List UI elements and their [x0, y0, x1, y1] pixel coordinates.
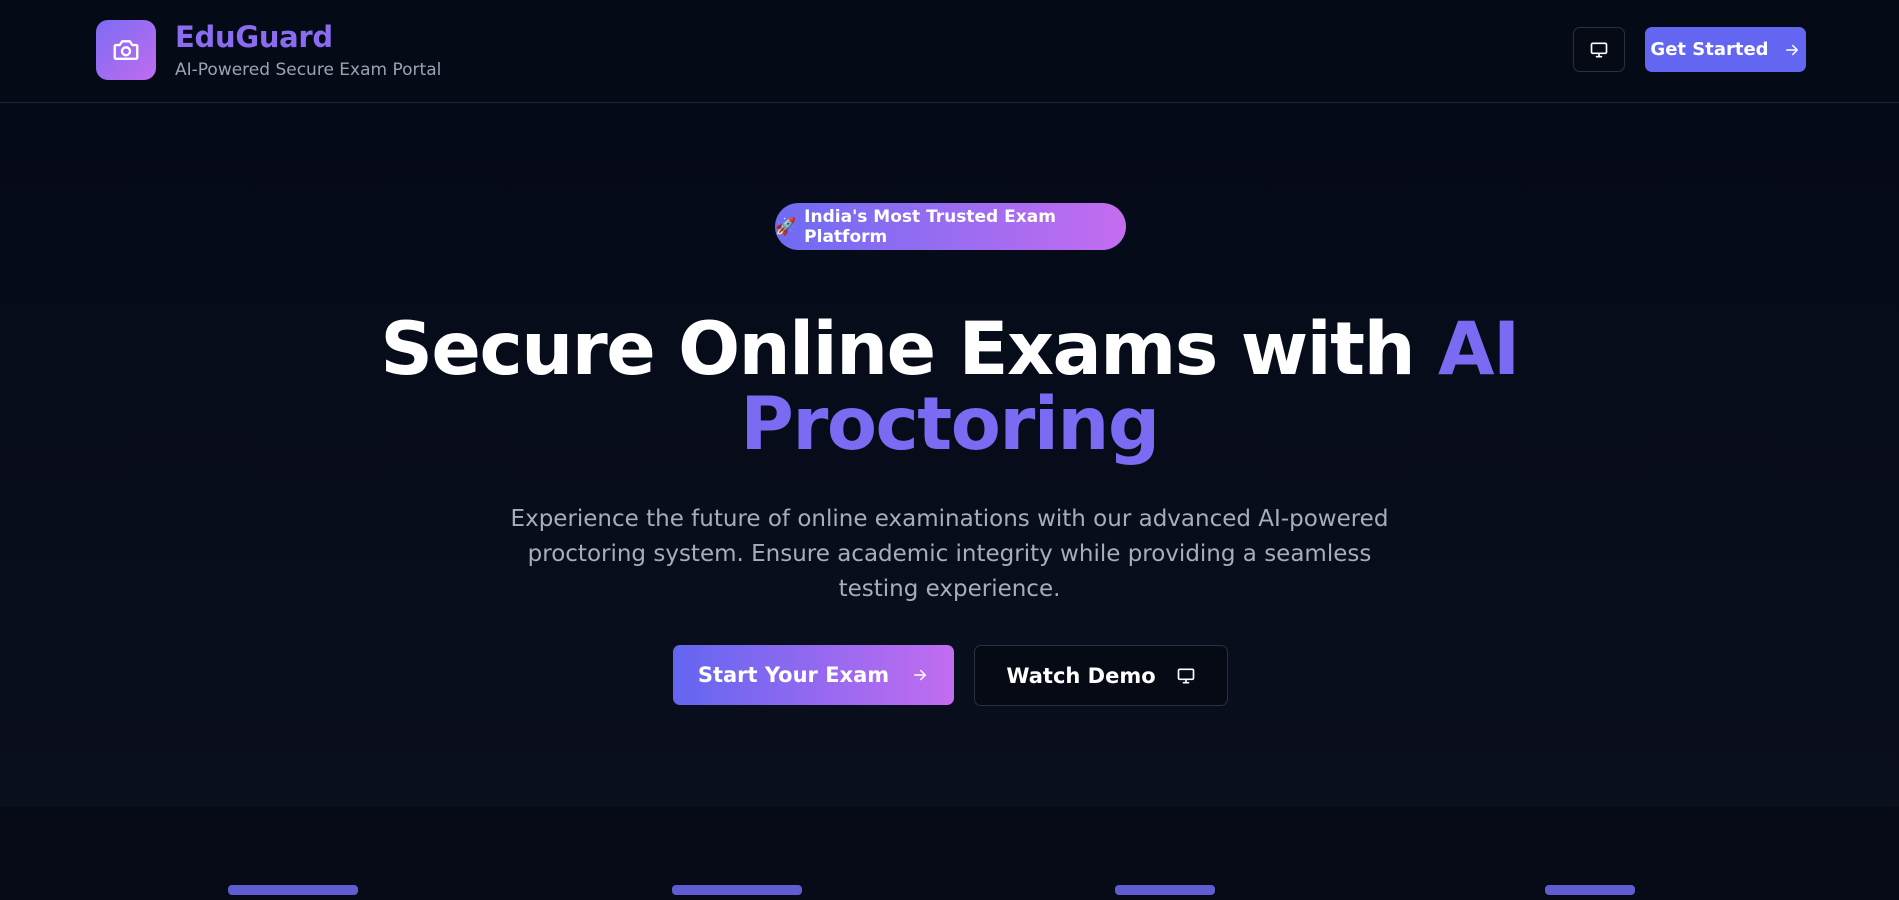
get-started-button[interactable]: Get Started [1645, 27, 1806, 72]
arrow-right-icon [914, 669, 927, 681]
monitor-icon [1177, 668, 1194, 683]
start-exam-button[interactable]: Start Your Exam [673, 645, 954, 705]
monitor-icon [1590, 42, 1608, 58]
hero-description: Experience the future of online examinat… [510, 506, 1389, 602]
brand-name[interactable]: EduGuard [175, 20, 333, 54]
trust-badge: 🚀 India's Most Trusted Exam Platform [775, 203, 1126, 250]
start-exam-label: Start Your Exam [697, 663, 890, 687]
stat-value-peek [1115, 885, 1215, 895]
logo[interactable] [96, 20, 156, 80]
brand-tagline: AI-Powered Secure Exam Portal [175, 60, 442, 80]
arrow-right-icon [1785, 44, 1798, 55]
watch-demo-button[interactable]: Watch Demo [974, 645, 1228, 706]
stat-value-peek [672, 885, 802, 895]
rocket-icon: 🚀 [775, 216, 797, 237]
watch-demo-label: Watch Demo [1006, 663, 1156, 688]
camera-icon [113, 40, 139, 60]
headline-plain: Secure Online Exams with [380, 307, 1438, 392]
hero-headline: Secure Online Exams with AI Proctoring [300, 312, 1599, 462]
badge-text: India's Most Trusted Exam Platform [804, 206, 1056, 247]
get-started-label: Get Started [1650, 39, 1769, 60]
display-toggle-button[interactable] [1573, 27, 1625, 72]
top-navbar: EduGuard AI-Powered Secure Exam Portal G… [0, 0, 1899, 103]
stat-value-peek [1545, 885, 1635, 895]
stat-value-peek [228, 885, 358, 895]
